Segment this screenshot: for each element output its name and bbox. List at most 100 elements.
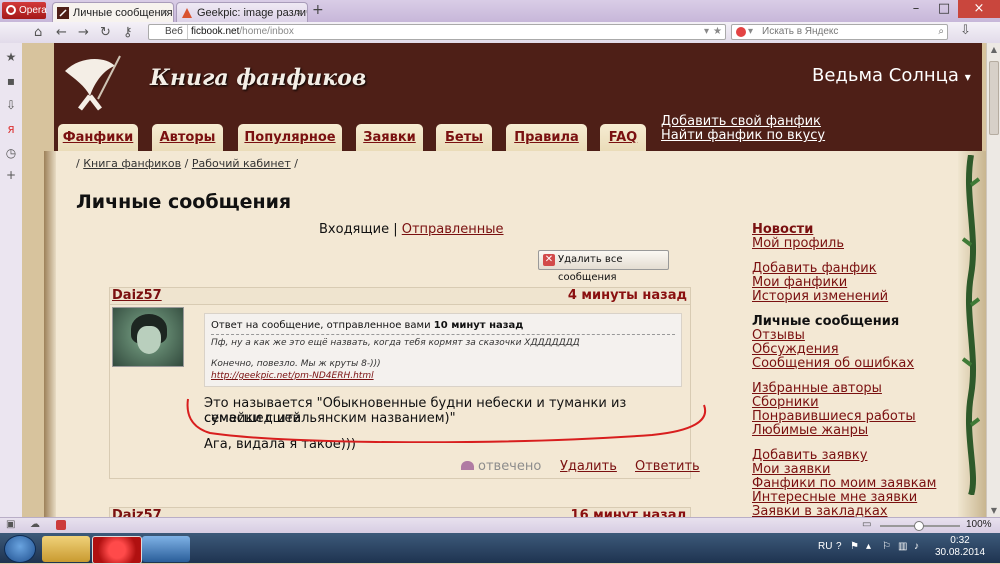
red-annotation-icon [186, 398, 707, 443]
nav-tab-fanfics[interactable]: Фанфики [58, 124, 138, 151]
nav-tab-requests[interactable]: Заявки [356, 124, 423, 151]
nav-tab-betas[interactable]: Беты [436, 124, 492, 151]
flag-icon[interactable]: ⚐ [882, 541, 891, 552]
bookmarks-star-icon[interactable]: ★ [5, 51, 17, 63]
explorer-taskbar-icon[interactable] [42, 536, 90, 562]
sidebar-interesting-requests[interactable]: Интересные мне заявки [752, 491, 917, 505]
forward-icon[interactable]: → [78, 25, 89, 40]
close-window-button[interactable]: × [958, 0, 1000, 18]
sidebar-personal-messages: Личные сообщения [752, 314, 900, 329]
opera-taskbar-icon[interactable] [92, 536, 142, 564]
reload-icon[interactable]: ↻ [100, 25, 111, 40]
reply-arrow-icon [461, 461, 474, 470]
help-icon[interactable]: ? [836, 541, 842, 552]
sidebar-my-profile[interactable]: Мой профиль [752, 237, 844, 251]
tab-geekpic[interactable]: Geekpic: image различ × [176, 2, 308, 22]
home-icon[interactable]: ⌂ [34, 25, 42, 40]
user-menu[interactable]: Ведьма Солнца ▾ [812, 65, 971, 86]
reply-message-link[interactable]: Ответить [635, 459, 700, 474]
opera-logo-icon [6, 5, 16, 15]
sidebar-favorite-authors[interactable]: Избранные авторы [752, 382, 882, 396]
zoom-view-icon[interactable]: ▭ [862, 519, 871, 530]
sidebar-add-fanfic[interactable]: Добавить фанфик [752, 262, 877, 276]
site-logo-text[interactable]: Книга фанфиков [150, 65, 366, 91]
history-clock-icon[interactable]: ◷ [5, 147, 17, 159]
breadcrumb-workspace[interactable]: Рабочий кабинет [192, 157, 291, 170]
sidebar-fanfics-by-my-requests[interactable]: Фанфики по моим заявкам [752, 477, 936, 491]
image-viewer-taskbar-icon[interactable] [142, 536, 190, 562]
close-tab-icon[interactable]: × [162, 3, 168, 22]
sidebar-error-reports[interactable]: Сообщения об ошибках [752, 357, 914, 371]
browser-tab-bar: Opera Личные сообщения × Geekpic: image … [0, 0, 1000, 22]
delete-message-link[interactable]: Удалить [560, 459, 617, 474]
downloads-icon[interactable]: ⇩ [5, 99, 17, 111]
yandex-panel-icon[interactable]: я [5, 123, 17, 135]
scroll-down-icon[interactable]: ▼ [987, 506, 1000, 515]
speed-dial-icon[interactable] [56, 520, 66, 530]
web-page: Книга фанфиков Ведьма Солнца ▾ Фанфики А… [22, 43, 986, 517]
sidebar-my-requests[interactable]: Мои заявки [752, 463, 830, 477]
breadcrumb-fanfic-book[interactable]: Книга фанфиков [83, 157, 181, 170]
sidebar-add-request[interactable]: Добавить заявку [752, 449, 867, 463]
find-fanfic-header-link[interactable]: Найти фанфик по вкусу [661, 128, 825, 143]
message-item: Daiz57 16 минут назад [109, 507, 691, 517]
nav-tab-authors[interactable]: Авторы [152, 124, 223, 151]
tab-personal-messages[interactable]: Личные сообщения × [52, 2, 174, 22]
quote-header: Ответ на сообщение, отправленное вами 10… [211, 320, 524, 331]
close-tab-icon[interactable]: × [296, 3, 302, 22]
scroll-up-icon[interactable]: ▲ [987, 45, 1000, 54]
page-scrollbar[interactable]: ▲ ▼ [986, 43, 1000, 517]
delete-x-icon: ✕ [543, 254, 555, 266]
language-indicator[interactable]: RU [818, 541, 832, 552]
message-author-link[interactable]: Daiz57 [112, 508, 162, 517]
minimize-button[interactable]: – [902, 0, 930, 18]
search-engine-dropdown-icon[interactable]: ▾ [748, 25, 753, 39]
search-icon[interactable]: ⌕ [938, 25, 944, 39]
sidebar-bookmarked-requests[interactable]: Заявки в закладках [752, 505, 888, 518]
message-author-link[interactable]: Daiz57 [112, 288, 162, 304]
folder-sent-link[interactable]: Отправленные [402, 222, 504, 237]
tray-icon[interactable]: ⚑ [850, 541, 859, 552]
back-icon[interactable]: ← [56, 25, 67, 40]
start-button[interactable] [4, 535, 36, 563]
network-icon[interactable]: ▥ [898, 541, 907, 552]
download-icon[interactable]: ⇩ [960, 23, 971, 38]
panel-toggle-icon[interactable]: ▣ [6, 519, 15, 530]
address-field[interactable]: Веб ficbook.net/home/inbox ▾ ★ [148, 24, 726, 40]
quote-line: Конечно, повезло. Мы ж круты 8-))) [211, 359, 381, 369]
tray-arrow-icon[interactable]: ▴ [866, 541, 871, 552]
sidebar-favorite-genres[interactable]: Любимые жанры [752, 424, 868, 438]
avatar[interactable] [112, 307, 184, 367]
zoom-slider-handle[interactable] [914, 521, 924, 531]
turbo-cloud-icon[interactable]: ☁ [30, 519, 40, 530]
bookmark-star-icon[interactable]: ★ [713, 25, 722, 39]
sidebar-change-history[interactable]: История изменений [752, 290, 888, 304]
book-left-edge [44, 151, 56, 517]
add-panel-icon[interactable]: + [5, 169, 17, 181]
nav-tab-faq[interactable]: FAQ [600, 124, 646, 151]
sidebar-reviews[interactable]: Отзывы [752, 329, 805, 343]
scrollbar-thumb[interactable] [989, 61, 999, 135]
sidebar-liked-works[interactable]: Понравившиеся работы [752, 410, 916, 424]
nav-tab-rules[interactable]: Правила [506, 124, 587, 151]
add-fanfic-header-link[interactable]: Добавить свой фанфик [661, 114, 821, 129]
key-icon[interactable]: ⚷ [123, 25, 133, 40]
maximize-button[interactable]: □ [930, 0, 958, 18]
user-name: Ведьма Солнца [812, 65, 959, 86]
answered-status: отвечено [461, 459, 541, 474]
quote-link[interactable]: http://geekpic.net/pm-ND4ERH.html [211, 371, 374, 381]
zoom-level: 100% [966, 519, 992, 530]
system-clock[interactable]: 0:32 30.08.2014 [930, 535, 990, 559]
delete-all-messages-button[interactable]: ✕ Удалить все сообщения [538, 250, 669, 283]
history-dropdown-icon[interactable]: ▾ [704, 25, 709, 39]
opera-menu-button[interactable]: Opera [2, 2, 47, 19]
volume-icon[interactable]: ♪ [914, 541, 919, 552]
nav-tab-popular[interactable]: Популярное [238, 124, 342, 151]
sidebar-my-fanfics[interactable]: Мои фанфики [752, 276, 847, 290]
notes-icon[interactable]: ▪ [5, 75, 17, 87]
sidebar-collections[interactable]: Сборники [752, 396, 819, 410]
sidebar-discussions[interactable]: Обсуждения [752, 343, 839, 357]
sidebar-news[interactable]: Новости [752, 223, 813, 237]
new-tab-button[interactable]: + [312, 2, 324, 18]
search-field[interactable]: ▾ Искать в Яндекс ⌕ [731, 24, 948, 40]
